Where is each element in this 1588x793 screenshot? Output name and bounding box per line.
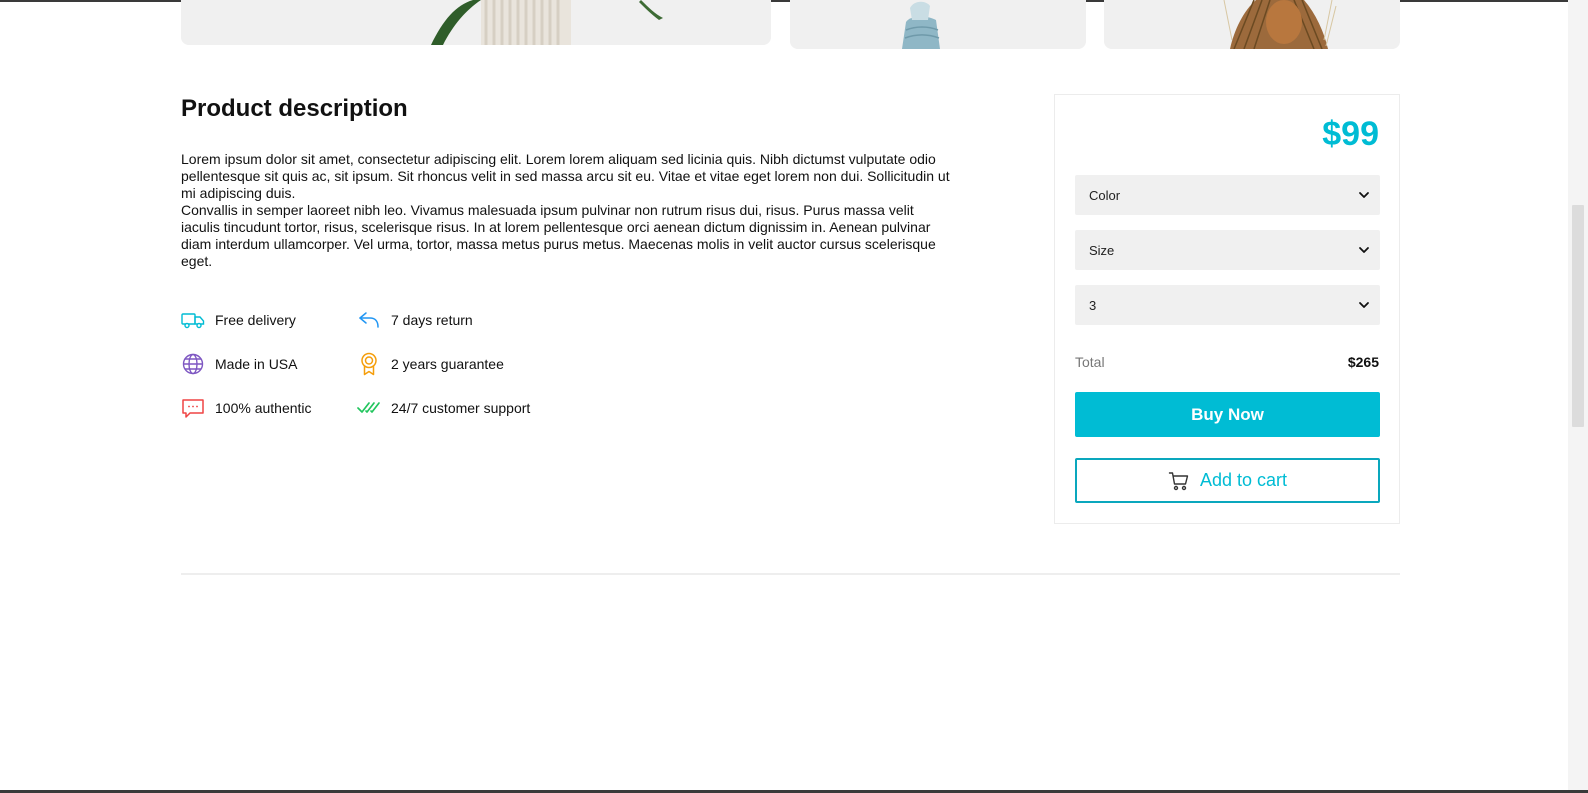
- return-arrow-icon: [357, 308, 381, 332]
- product-description-title: Product description: [181, 95, 408, 122]
- page-scrollbar[interactable]: [1568, 0, 1588, 793]
- globe-icon: [181, 352, 205, 376]
- dried-flowers-image: [1104, 0, 1400, 49]
- feature-label: Made in USA: [215, 356, 298, 372]
- add-to-cart-button[interactable]: Add to cart: [1075, 458, 1380, 503]
- feature-free-delivery: Free delivery: [181, 308, 296, 332]
- description-paragraph: Convallis in semper laoreet nibh leo. Vi…: [181, 202, 936, 269]
- purchase-card: $99 Color Size 3 Total $265 Buy Now Add …: [1054, 94, 1400, 524]
- feature-label: 7 days return: [391, 312, 473, 328]
- buy-now-label: Buy Now: [1191, 404, 1264, 424]
- scrollbar-thumb[interactable]: [1572, 205, 1584, 427]
- chevron-down-icon: [1359, 192, 1369, 198]
- feature-days-return: 7 days return: [357, 308, 473, 332]
- add-to-cart-label: Add to cart: [1199, 470, 1288, 490]
- feature-customer-support: 24/7 customer support: [357, 396, 530, 420]
- product-description-text: Lorem ipsum dolor sit amet, consectetur …: [181, 151, 951, 270]
- feature-label: 24/7 customer support: [391, 400, 531, 416]
- size-select-value: Size: [1089, 242, 1115, 258]
- buy-now-button[interactable]: Buy Now: [1075, 392, 1380, 437]
- feature-label: 100% authentic: [215, 400, 312, 416]
- plant-vase-image: [181, 0, 771, 45]
- feature-made-in-usa: Made in USA: [181, 352, 297, 376]
- color-select[interactable]: Color: [1075, 175, 1380, 215]
- section-divider: [181, 573, 1400, 575]
- cart-icon: [1168, 470, 1190, 492]
- feature-authentic: 100% authentic: [181, 396, 312, 420]
- quantity-select-value: 3: [1089, 297, 1097, 313]
- color-select-value: Color: [1089, 187, 1121, 203]
- truck-icon: [181, 308, 205, 332]
- chevron-down-icon: [1359, 247, 1369, 253]
- total-value: $265: [1347, 354, 1379, 370]
- gallery-thumb-blue-bag[interactable]: [790, 0, 1086, 49]
- gallery-thumb-plant-vase[interactable]: [181, 0, 771, 45]
- feature-label: 2 years guarantee: [391, 356, 504, 372]
- product-price: $99: [1322, 115, 1379, 153]
- chevron-down-icon: [1359, 302, 1369, 308]
- quantity-select[interactable]: 3: [1075, 285, 1380, 325]
- total-label: Total: [1075, 354, 1105, 370]
- gallery-thumb-dried-flowers[interactable]: [1104, 0, 1400, 49]
- double-check-icon: [357, 396, 381, 420]
- blue-bag-image: [790, 0, 1086, 49]
- feature-years-guarantee: 2 years guarantee: [357, 352, 504, 376]
- size-select[interactable]: Size: [1075, 230, 1380, 270]
- description-paragraph: Lorem ipsum dolor sit amet, consectetur …: [181, 151, 950, 201]
- award-icon: [357, 352, 381, 376]
- feature-label: Free delivery: [215, 312, 296, 328]
- chat-bubble-icon: [181, 396, 205, 420]
